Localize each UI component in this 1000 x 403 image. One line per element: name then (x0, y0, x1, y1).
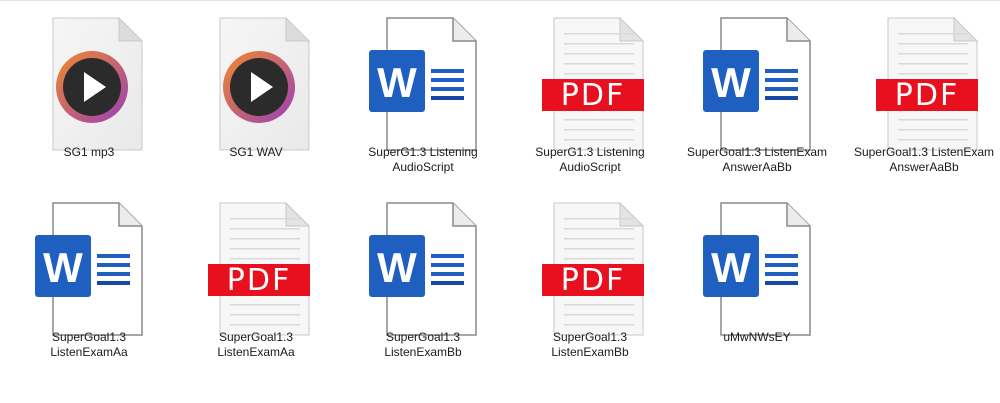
file-item[interactable]: PDF SuperGoal1.3 ListenExamBb (515, 185, 665, 365)
file-name-label: SuperG1.3 Listening AudioScript (535, 145, 645, 174)
word-document-icon: W (369, 17, 477, 151)
file-name-label: SuperGoal1.3 ListenExamBb (384, 330, 462, 359)
svg-text:W: W (377, 59, 417, 106)
pdf-document-icon: PDF (536, 17, 644, 151)
file-item[interactable]: PDF SuperG1.3 Listening AudioScript (515, 0, 665, 180)
file-item[interactable]: W SuperGoal1.3 ListenExamAa (14, 185, 164, 365)
pdf-document-icon: PDF (870, 17, 978, 151)
svg-text:PDF: PDF (561, 263, 625, 298)
file-item[interactable]: W SuperGoal1.3 ListenExam AnswerAaBb (682, 0, 832, 180)
file-name-label: SuperGoal1.3 ListenExamAa (50, 330, 128, 359)
file-item[interactable]: W SuperG1.3 Listening AudioScript (348, 0, 498, 180)
svg-text:W: W (711, 59, 751, 106)
file-name-label: SuperGoal1.3 ListenExam AnswerAaBb (686, 145, 828, 174)
word-document-icon: W (703, 17, 811, 151)
file-item[interactable]: SG1 WAV (181, 0, 331, 180)
svg-text:PDF: PDF (561, 78, 625, 113)
file-name-label: SG1 WAV (229, 145, 283, 159)
word-document-icon: W (703, 202, 811, 336)
word-document-icon: W (35, 202, 143, 336)
file-name-label: SG1 mp3 (63, 145, 115, 159)
svg-text:PDF: PDF (895, 78, 959, 113)
file-item[interactable]: PDF SuperGoal1.3 ListenExam AnswerAaBb (849, 0, 999, 180)
file-grid: SG1 mp3 SG1 WAV W SuperG1.3 Listening Au… (0, 0, 1000, 403)
pdf-document-icon: PDF (536, 202, 644, 336)
file-item[interactable]: PDF SuperGoal1.3 ListenExamAa (181, 185, 331, 365)
file-name-label: SuperGoal1.3 ListenExamAa (217, 330, 295, 359)
svg-text:W: W (711, 244, 751, 291)
file-item[interactable]: SG1 mp3 (14, 0, 164, 180)
media-player-icon (35, 17, 143, 151)
file-name-label: uMwNWsEY (723, 330, 791, 344)
file-name-label: SuperG1.3 Listening AudioScript (368, 145, 478, 174)
media-player-icon (202, 17, 310, 151)
file-name-label: SuperGoal1.3 ListenExam AnswerAaBb (853, 145, 995, 174)
word-document-icon: W (369, 202, 477, 336)
file-item[interactable]: W uMwNWsEY (682, 185, 832, 365)
file-item[interactable]: W SuperGoal1.3 ListenExamBb (348, 185, 498, 365)
file-name-label: SuperGoal1.3 ListenExamBb (551, 330, 629, 359)
svg-text:W: W (377, 244, 417, 291)
pdf-document-icon: PDF (202, 202, 310, 336)
svg-text:PDF: PDF (227, 263, 291, 298)
svg-text:W: W (43, 244, 83, 291)
